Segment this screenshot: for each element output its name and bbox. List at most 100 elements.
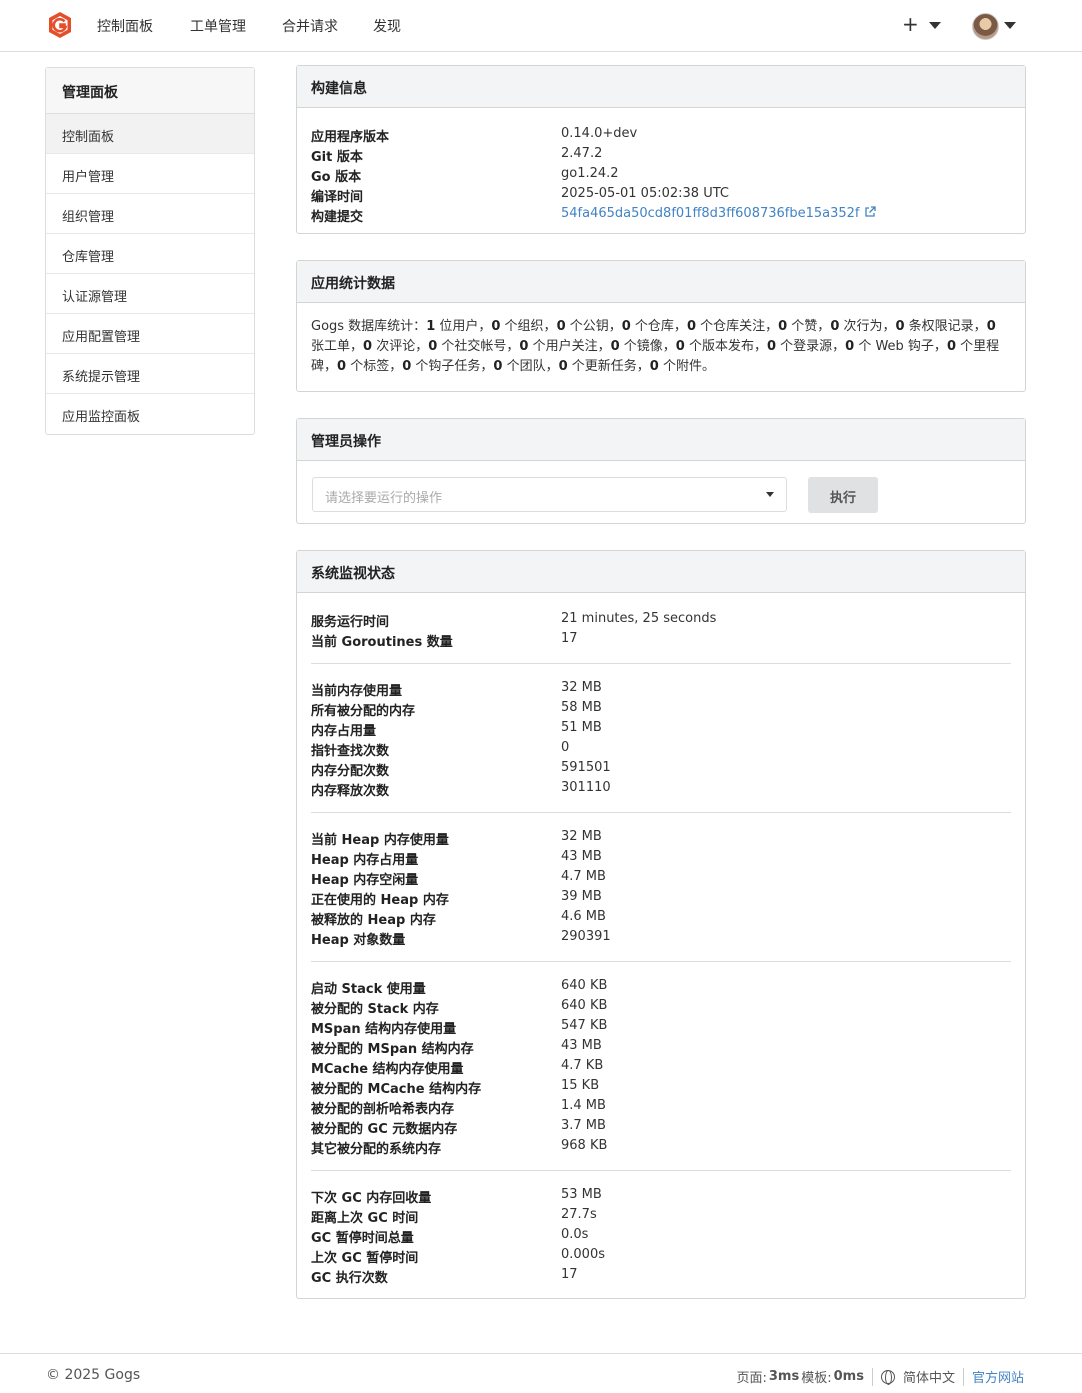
- stat-label: 个标签，: [346, 359, 403, 374]
- monitor-key: 内存占用量: [311, 724, 377, 739]
- build-value: 2025-05-01 05:02:38 UTC: [561, 186, 729, 201]
- monitor-row: GC 执行次数 17: [297, 1265, 1025, 1286]
- monitor-value: 591501: [561, 760, 611, 775]
- monitor-value: 290391: [561, 929, 611, 944]
- app-stats-text: Gogs 数据库统计：1 位用户，0 个组织，0 个公钥，0 个仓库，0 个仓库…: [297, 303, 1025, 391]
- monitor-row: 内存占用量 51 MB: [297, 718, 1025, 739]
- operation-select[interactable]: 请选择要运行的操作: [312, 477, 787, 512]
- stat-count: 0: [558, 359, 568, 374]
- section-divider: [311, 1170, 1011, 1171]
- stat-label: 个更新任务，: [567, 359, 650, 374]
- monitor-row: 被分配的 GC 元数据内存 3.7 MB: [297, 1116, 1025, 1137]
- build-info-panel: 构建信息 应用程序版本 0.14.0+dev Git 版本 2.47.2 Go …: [296, 65, 1026, 234]
- monitor-row: 被分配的 MSpan 结构内存 43 MB: [297, 1036, 1025, 1057]
- stat-label: 次行为，: [839, 319, 896, 334]
- stat-count: 0: [363, 339, 373, 354]
- monitor-value: 27.7s: [561, 1207, 597, 1222]
- monitor-key: 指针查找次数: [311, 744, 390, 759]
- monitor-row: 其它被分配的系统内存 968 KB: [297, 1136, 1025, 1157]
- sidebar-item-monitor[interactable]: 应用监控面板: [46, 394, 254, 434]
- build-key: Git 版本: [311, 150, 363, 165]
- monitor-row: Heap 内存占用量 43 MB: [297, 847, 1025, 868]
- monitor-value: 4.7 MB: [561, 869, 606, 884]
- monitor-row: MSpan 结构内存使用量 547 KB: [297, 1016, 1025, 1037]
- build-row: Go 版本 go1.24.2: [297, 164, 1025, 185]
- create-dropdown-caret-icon[interactable]: [929, 22, 941, 29]
- stat-label: 位用户，: [435, 319, 492, 334]
- stat-label: 个社交帐号，: [437, 339, 520, 354]
- globe-icon[interactable]: [880, 1369, 895, 1385]
- monitor-key: Heap 内存占用量: [311, 853, 419, 868]
- monitor-row: 指针查找次数 0: [297, 738, 1025, 759]
- user-menu-caret-icon[interactable]: [1004, 22, 1016, 29]
- monitor-value: 4.7 KB: [561, 1058, 604, 1073]
- admin-operations-body: 请选择要运行的操作 执行: [297, 461, 1025, 523]
- monitor-key: 下次 GC 内存回收量: [311, 1191, 432, 1206]
- app-stats-panel: 应用统计数据 Gogs 数据库统计：1 位用户，0 个组织，0 个公钥，0 个仓…: [296, 260, 1026, 392]
- monitor-key: GC 执行次数: [311, 1271, 388, 1286]
- monitor-key: 内存释放次数: [311, 784, 390, 799]
- language-selector[interactable]: 简体中文: [903, 1367, 955, 1386]
- official-website-link[interactable]: 官方网站: [972, 1367, 1024, 1386]
- monitor-value: 53 MB: [561, 1187, 602, 1202]
- monitor-value: 32 MB: [561, 680, 602, 695]
- sidebar-item-dashboard[interactable]: 控制面板: [46, 114, 254, 154]
- monitor-row: 当前 Heap 内存使用量 32 MB: [297, 827, 1025, 848]
- footer-page-time: 3ms: [768, 1369, 800, 1384]
- monitor-row: 被分配的 MCache 结构内存 15 KB: [297, 1076, 1025, 1097]
- monitor-row: Heap 内存空闲量 4.7 MB: [297, 867, 1025, 888]
- gogs-logo-icon[interactable]: [46, 11, 74, 39]
- monitor-value: 0: [561, 740, 570, 755]
- execute-button[interactable]: 执行: [808, 477, 878, 513]
- monitor-value: 0.000s: [561, 1247, 605, 1262]
- monitor-value: 547 KB: [561, 1018, 608, 1033]
- admin-operations-panel: 管理员操作 请选择要运行的操作 执行: [296, 418, 1026, 524]
- monitor-value: 51 MB: [561, 720, 602, 735]
- stat-label: 个附件。: [658, 359, 715, 374]
- nav-pull-requests[interactable]: 合并请求: [282, 16, 338, 36]
- external-link-icon[interactable]: [864, 206, 876, 218]
- build-key: 编译时间: [311, 190, 364, 205]
- monitor-row: 当前内存使用量 32 MB: [297, 678, 1025, 699]
- build-value: go1.24.2: [561, 166, 619, 181]
- stat-label: 个公钥，: [565, 319, 622, 334]
- stat-count: 0: [686, 319, 696, 334]
- monitor-key: 被分配的 MCache 结构内存: [311, 1082, 482, 1097]
- monitor-value: 640 KB: [561, 978, 608, 993]
- build-row: 构建提交 54fa465da50cd8f01ff8d3ff608736fbe15…: [297, 204, 1025, 225]
- stat-label: 个仓库，: [630, 319, 687, 334]
- sidebar-item-users[interactable]: 用户管理: [46, 154, 254, 194]
- sidebar-item-repositories[interactable]: 仓库管理: [46, 234, 254, 274]
- stat-count: 0: [778, 319, 788, 334]
- nav-explore[interactable]: 发现: [373, 16, 401, 36]
- stat-count: 0: [649, 359, 659, 374]
- stat-label: 个版本发布，: [684, 339, 767, 354]
- monitor-key: 当前 Heap 内存使用量: [311, 833, 449, 848]
- build-info-list: 应用程序版本 0.14.0+dev Git 版本 2.47.2 Go 版本 go…: [297, 108, 1025, 225]
- create-new-plus-icon[interactable]: +: [902, 12, 919, 36]
- monitor-row: 当前 Goroutines 数量 17: [297, 629, 1025, 650]
- section-divider: [311, 663, 1011, 664]
- monitor-row: MCache 结构内存使用量 4.7 KB: [297, 1056, 1025, 1077]
- footer-template-time: 0ms: [833, 1369, 864, 1384]
- sidebar-item-auth-sources[interactable]: 认证源管理: [46, 274, 254, 314]
- stat-count: 0: [337, 359, 347, 374]
- monitor-key: 正在使用的 Heap 内存: [311, 893, 449, 908]
- build-value: 0.14.0+dev: [561, 126, 638, 141]
- monitor-value: 43 MB: [561, 1038, 602, 1053]
- stat-count: 0: [895, 319, 905, 334]
- user-avatar[interactable]: [972, 13, 999, 40]
- sidebar-item-config[interactable]: 应用配置管理: [46, 314, 254, 354]
- sidebar-item-organizations[interactable]: 组织管理: [46, 194, 254, 234]
- sidebar-item-notices[interactable]: 系统提示管理: [46, 354, 254, 394]
- dropdown-caret-icon: [766, 492, 774, 497]
- stats-prefix: Gogs 数据库统计：: [311, 319, 427, 334]
- footer-divider: [962, 1367, 964, 1386]
- monitor-value: 17: [561, 1267, 578, 1282]
- build-key: Go 版本: [311, 170, 362, 185]
- monitor-key: 被分配的 Stack 内存: [311, 1002, 439, 1017]
- nav-dashboard[interactable]: 控制面板: [97, 16, 153, 36]
- stat-label: 个仓库关注，: [695, 319, 779, 334]
- build-commit-link[interactable]: 54fa465da50cd8f01ff8d3ff608736fbe15a352f: [561, 206, 860, 221]
- nav-issues[interactable]: 工单管理: [190, 16, 246, 36]
